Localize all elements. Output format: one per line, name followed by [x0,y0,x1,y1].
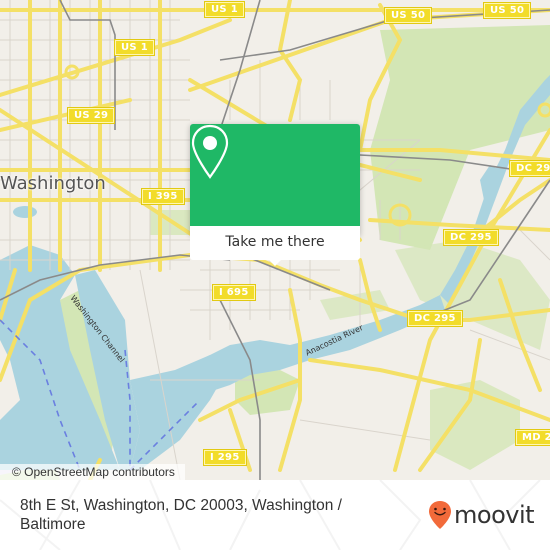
popup-header [190,124,360,226]
take-me-there-button[interactable]: Take me there [190,226,360,260]
route-shield-i695: I 695 [212,284,256,301]
map-pin-icon [191,124,229,179]
map-view[interactable]: Washington Washington Channel Anacostia … [0,0,550,480]
popup-pointer [267,258,283,266]
route-shield-us1: US 1 [204,1,245,18]
route-shield-i295: I 295 [203,449,247,466]
city-label-washington: Washington [0,173,106,194]
moovit-logo[interactable]: moovit [428,500,535,530]
route-shield-us1: US 1 [114,39,155,56]
route-shield-dc295: DC 295 [407,310,463,327]
route-shield-dc295: DC 295 [443,229,499,246]
route-shield-us50: US 50 [383,7,433,24]
moovit-pin-smile-icon [429,501,451,529]
route-shield-md21: MD 21 [514,429,550,446]
route-shield-us29: US 29 [66,107,116,124]
address-text: 8th E St, Washington, DC 20003, Washingt… [20,497,342,533]
moovit-wordmark: moovit [454,501,535,529]
route-shield-us50: US 50 [482,2,532,19]
map-attribution[interactable]: © OpenStreetMap contributors [0,464,185,480]
route-shield-dc295: DC 295 [509,160,550,177]
route-shield-i395: I 395 [141,188,185,205]
destination-popup: Take me there [190,124,360,266]
